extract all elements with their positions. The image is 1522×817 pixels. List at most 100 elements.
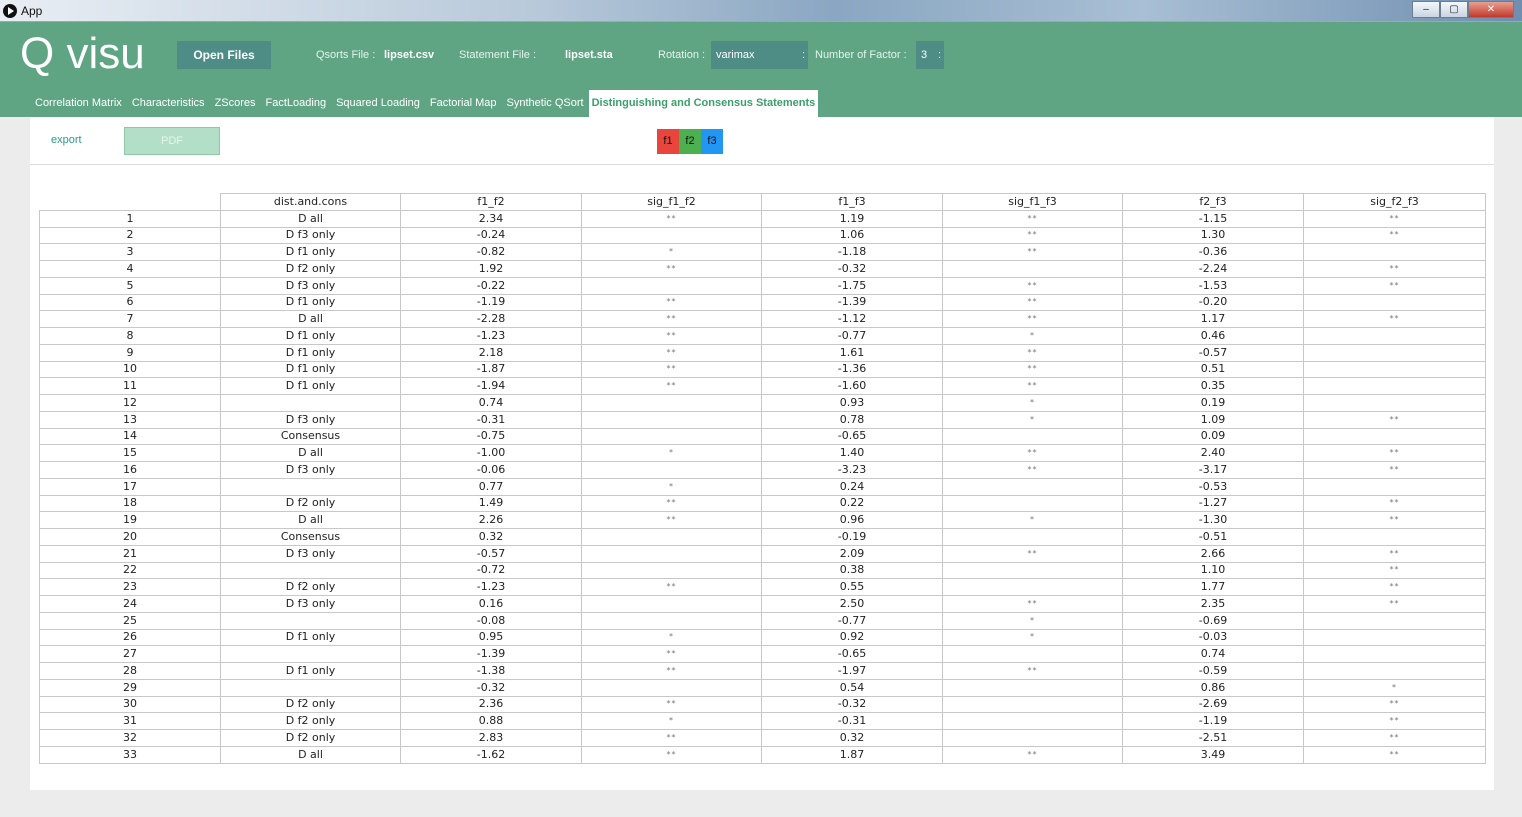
table-cell: * [942,327,1123,345]
table-row: 12 0.74 0.93 * 0.19 [39,394,1486,412]
row-index-cell: 5 [39,276,221,295]
tab-characteristics[interactable]: Characteristics [127,90,210,117]
close-button[interactable]: ✕ [1468,1,1514,18]
table-cell: ** [942,360,1123,379]
tab-correlation-matrix[interactable]: Correlation Matrix [30,90,127,117]
row-index-cell: 21 [39,544,221,563]
table-cell [581,528,762,546]
table-cell [942,578,1123,596]
table-cell: * [1303,678,1486,697]
table-cell: 1.17 [1122,310,1304,328]
table-cell: -0.06 [400,461,582,479]
row-index-cell: 16 [39,461,221,479]
table-cell: ** [581,343,762,362]
table-cell [942,260,1123,278]
table-cell [220,678,401,697]
table-cell: 0.35 [1122,377,1304,395]
factor-chip-f2[interactable]: f2 [679,129,701,154]
table-cell: 0.09 [1122,427,1304,446]
table-cell: ** [1303,561,1486,580]
factor-count-value: 3 [921,49,928,61]
table-cell: D f3 only [220,410,401,429]
table-cell: -3.23 [761,461,943,479]
table-cell: -2.51 [1122,729,1304,747]
tab-zscores[interactable]: ZScores [210,90,261,117]
table-cell [581,678,762,697]
table-row: 19 D all 2.26 ** 0.96 * -1.30 ** [39,511,1486,529]
tab-distinguishing-and-consensus-statements[interactable]: Distinguishing and Consensus Statements [588,90,819,117]
table-cell: -0.77 [761,327,943,345]
table-cell: ** [942,243,1123,261]
factor-chip-f3[interactable]: f3 [701,129,723,154]
row-index-cell: 20 [39,528,221,546]
table-row: 10 D f1 only -1.87 ** -1.36 ** 0.51 [39,360,1486,379]
table-row: 33 D all -1.62 ** 1.87 ** 3.49 ** [39,745,1486,764]
table-cell: 1.40 [761,444,943,462]
table-cell: ** [581,260,762,278]
table-cell: ** [942,293,1123,312]
table-cell: ** [942,209,1123,228]
table-cell: -1.18 [761,243,943,261]
table-cell: D f2 only [220,729,401,747]
row-index-cell: 29 [39,678,221,697]
column-header: sig_f1_f2 [581,193,762,211]
tab-squared-loading[interactable]: Squared Loading [331,90,425,117]
table-cell: ** [581,494,762,513]
table-cell: 1.30 [1122,226,1304,245]
table-row: 29 -0.32 0.54 0.86 * [39,678,1486,697]
table-cell: -1.94 [400,377,582,395]
row-index-cell: 18 [39,494,221,513]
row-index-cell: 28 [39,662,221,680]
table-cell [220,394,401,412]
table-cell: D f2 only [220,494,401,513]
table-row: 4D f2 only 1.92 ** -0.32 -2.24 ** [39,260,1486,278]
table-cell: 0.96 [761,511,943,529]
table-cell: 1.77 [1122,578,1304,596]
pdf-export-button[interactable]: PDF [124,127,220,155]
table-cell: D f1 only [220,343,401,362]
row-index-cell: 9 [39,343,221,362]
table-cell: 2.36 [400,695,582,714]
table-cell: D f3 only [220,544,401,563]
table-cell: -0.57 [1122,343,1304,362]
rotation-select[interactable]: varimax : [711,41,808,69]
table-cell: ** [581,511,762,529]
table-cell: 0.16 [400,595,582,613]
column-header: f1_f2 [400,193,582,211]
table-cell: 2.83 [400,729,582,747]
table-cell: -1.19 [400,293,582,312]
app-logo: Q visu [20,29,145,78]
table-cell: ** [581,209,762,228]
table-cell: -0.31 [761,712,943,730]
table-row: 17 0.77 * 0.24 -0.53 [39,477,1486,496]
table-cell: ** [1303,494,1486,513]
export-link[interactable]: export [51,134,82,146]
table-cell: D f2 only [220,260,401,278]
tab-factorial-map[interactable]: Factorial Map [425,90,502,117]
tab-factloading[interactable]: FactLoading [261,90,332,117]
table-cell: * [581,477,762,496]
table-cell [581,410,762,429]
row-index-cell: 14 [39,427,221,446]
table-cell: ** [581,729,762,747]
table-cell: 0.22 [761,494,943,513]
table-cell: -0.32 [400,678,582,697]
table-cell: ** [942,544,1123,563]
rotation-label: Rotation : [658,49,706,61]
table-cell: * [581,243,762,261]
table-cell: -0.19 [761,528,943,546]
minimize-button[interactable]: – [1412,1,1440,18]
factor-count-select[interactable]: 3 : [916,41,944,69]
table-cell: 0.77 [400,477,582,496]
factor-chip-f1[interactable]: f1 [657,129,679,154]
content-panel: export PDF f1 f2 f3 dist.and.cons f1_f2 sig_… [30,117,1494,790]
table-cell: 0.51 [1122,360,1304,379]
table-row: 32 D f2 only 2.83 ** 0.32 -2.51 ** [39,729,1486,747]
table-cell: D all [220,511,401,529]
maximize-button[interactable]: ▢ [1440,1,1468,18]
open-files-button[interactable]: Open Files [177,41,271,69]
table-cell: * [942,611,1123,630]
table-cell: ** [581,327,762,345]
column-header: sig_f2_f3 [1303,193,1486,211]
tab-synthetic-qsort[interactable]: Synthetic QSort [502,90,589,117]
